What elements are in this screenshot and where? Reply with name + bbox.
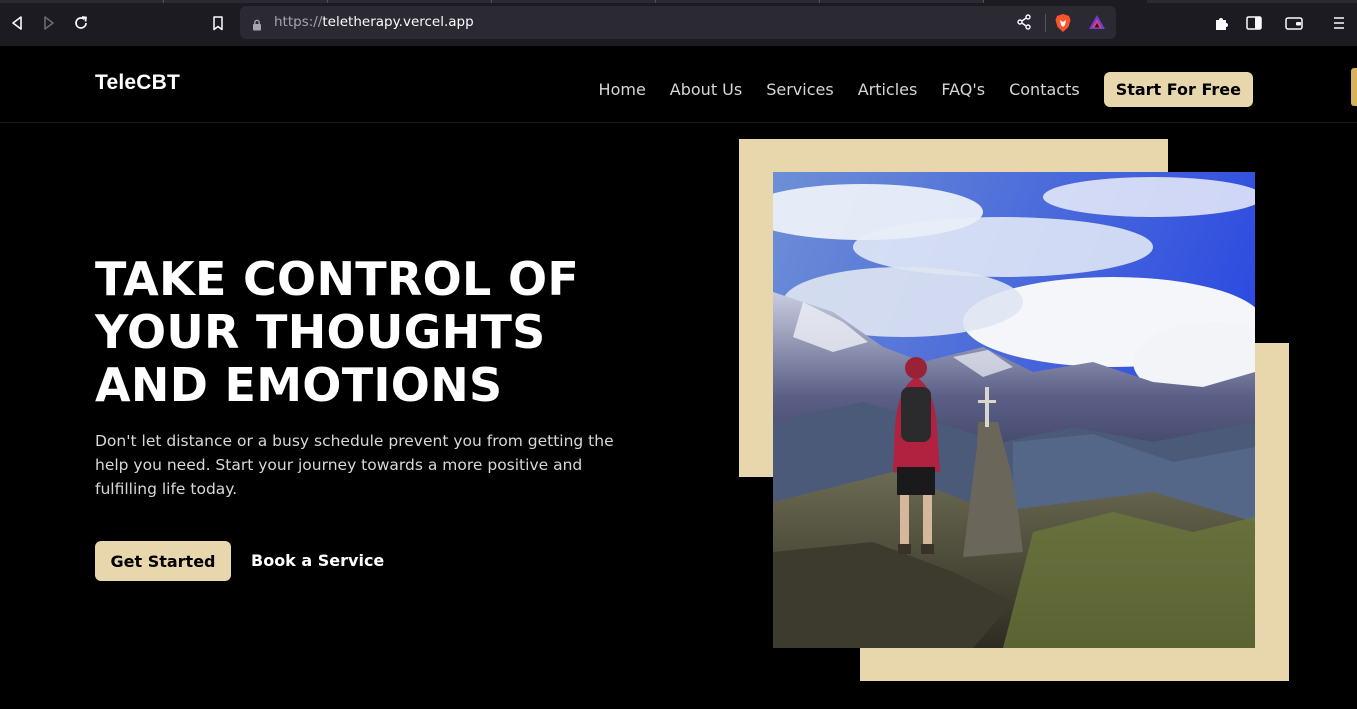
browser-tab[interactable] [492, 0, 655, 3]
tab-strip [0, 0, 1357, 3]
main-nav: Home About Us Services Articles FAQ's Co… [599, 72, 1253, 107]
sidebar-toggle-icon[interactable] [1243, 12, 1265, 34]
browser-tab[interactable] [328, 0, 491, 3]
reload-icon[interactable] [70, 12, 92, 34]
url-divider [1045, 14, 1046, 32]
forward-arrow-icon[interactable] [38, 12, 60, 34]
site-header: TeleCBT Home About Us Services Articles … [0, 46, 1357, 123]
browser-tab[interactable] [820, 0, 983, 3]
url-bar[interactable]: https://teletherapy.vercel.app [240, 6, 1116, 39]
url-text[interactable]: https://teletherapy.vercel.app [274, 14, 474, 30]
hero-headline: TAKE CONTROL OF YOUR THOUGHTS AND EMOTIO… [95, 253, 579, 412]
start-for-free-button[interactable]: Start For Free [1103, 72, 1253, 107]
puzzle-extensions-icon[interactable] [1211, 12, 1233, 34]
headline-line-1: TAKE CONTROL OF [95, 252, 580, 306]
brave-rewards-icon[interactable] [1088, 14, 1106, 34]
hero-image-hiker-mountains [773, 172, 1255, 648]
headline-line-2: YOUR THOUGHTS [95, 305, 546, 359]
book-a-service-button[interactable]: Book a Service [251, 551, 384, 570]
hamburger-menu-icon[interactable] [1328, 12, 1350, 34]
browser-tab[interactable] [1147, 0, 1357, 3]
nav-link-articles[interactable]: Articles [858, 80, 918, 99]
url-host: teletherapy.vercel.app [322, 14, 474, 30]
lock-icon[interactable] [252, 16, 262, 35]
nav-link-faqs[interactable]: FAQ's [941, 80, 985, 99]
wallet-icon[interactable] [1283, 12, 1305, 34]
webpage: TeleCBT Home About Us Services Articles … [0, 46, 1357, 709]
nav-link-contacts[interactable]: Contacts [1009, 80, 1080, 99]
url-protocol: https:// [274, 14, 323, 30]
share-icon[interactable] [1016, 14, 1032, 34]
offscreen-edge-element [1351, 68, 1357, 106]
back-arrow-icon[interactable] [6, 12, 28, 34]
nav-link-home[interactable]: Home [599, 80, 646, 99]
browser-toolbar: https://teletherapy.vercel.app [0, 0, 1357, 46]
get-started-button[interactable]: Get Started [95, 541, 231, 581]
hero-subtext: Don't let distance or a busy schedule pr… [95, 432, 614, 498]
nav-link-services[interactable]: Services [766, 80, 833, 99]
bookmark-icon[interactable] [207, 12, 229, 34]
site-logo[interactable]: TeleCBT [95, 71, 180, 95]
browser-tab[interactable] [656, 0, 819, 3]
headline-line-3: AND EMOTIONS [95, 358, 503, 412]
nav-link-about-us[interactable]: About Us [670, 80, 742, 99]
brave-shields-icon[interactable] [1054, 13, 1072, 37]
tab-separator [983, 0, 984, 3]
browser-tab[interactable] [0, 0, 163, 3]
browser-tab[interactable] [164, 0, 327, 3]
